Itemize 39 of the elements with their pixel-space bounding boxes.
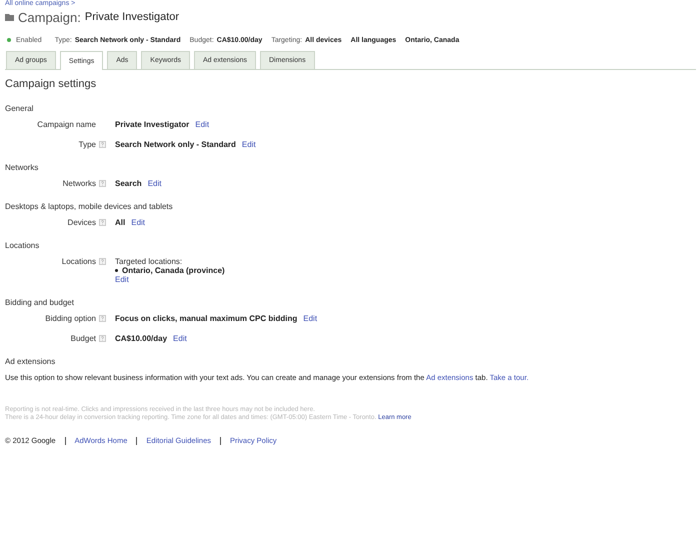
folder-icon xyxy=(5,14,14,20)
setting-value: Search xyxy=(115,179,142,188)
edit-link[interactable]: Edit xyxy=(148,179,162,188)
help-icon[interactable] xyxy=(99,219,106,226)
setting-label: Budget xyxy=(70,334,96,343)
setting-value: All xyxy=(115,218,126,227)
help-icon[interactable] xyxy=(99,315,106,322)
setting-label: Networks xyxy=(62,179,96,188)
section-title: Desktops & laptops, mobile devices and tablets xyxy=(5,202,174,211)
campaign-title: Private Investigator xyxy=(84,11,180,23)
setting-value: Focus on clicks, manual maximum CPC bidding xyxy=(115,314,298,323)
section-title: Networks xyxy=(5,163,40,172)
help-icon[interactable] xyxy=(99,180,106,187)
section-title: Locations xyxy=(5,241,40,250)
edit-link[interactable]: Edit xyxy=(115,275,129,284)
setting-label: Type xyxy=(78,140,96,149)
section-title: Ad extensions xyxy=(5,357,56,366)
setting-label: Bidding option xyxy=(45,314,96,323)
title-prefix: Campaign: xyxy=(18,10,81,24)
setting-label: Locations xyxy=(62,257,96,266)
section-title: General xyxy=(5,104,34,113)
setting-label: Devices xyxy=(68,218,96,227)
setting-label: Campaign name xyxy=(37,120,96,129)
setting-value: Targeted locations: xyxy=(115,257,184,266)
setting-value: Search Network only - Standard xyxy=(115,140,236,149)
edit-link[interactable]: Edit xyxy=(195,120,210,129)
setting-value: Private Investigator xyxy=(115,120,190,129)
setting-value: CA$10.00/day xyxy=(115,334,168,343)
edit-link[interactable]: Edit xyxy=(131,218,146,227)
help-icon[interactable] xyxy=(99,141,106,148)
edit-link[interactable]: Edit xyxy=(242,140,256,149)
help-icon[interactable] xyxy=(99,258,106,265)
section-title: Bidding and budget xyxy=(5,298,75,307)
edit-link[interactable]: Edit xyxy=(173,334,187,343)
bullet-icon xyxy=(115,269,118,272)
page-heading: Campaign settings xyxy=(5,78,98,90)
help-icon[interactable] xyxy=(99,335,106,342)
edit-link[interactable]: Edit xyxy=(303,314,318,323)
location-item: Ontario, Canada (province) xyxy=(122,266,225,275)
